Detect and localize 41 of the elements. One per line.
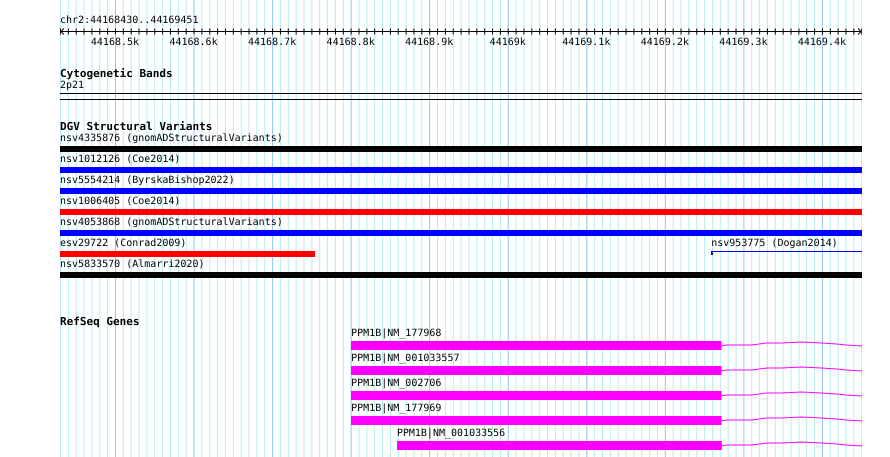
variant-label: nsv953775 (Dogan2014): [711, 238, 838, 250]
variant-label: nsv1006405 (Coe2014): [60, 196, 180, 208]
tick-label: 44168.8k: [326, 37, 375, 48]
tick-label: 44169.3k: [719, 37, 768, 48]
gene-model-drawing[interactable]: [351, 366, 862, 375]
gene-model-drawing[interactable]: [351, 416, 862, 425]
variant-label: nsv4053868 (gnomADStructuralVariants): [60, 217, 283, 229]
variant-bar[interactable]: [60, 188, 862, 194]
tick-label: 44168.7k: [248, 37, 296, 48]
track-title: DGV Structural Variants: [60, 120, 212, 133]
track-title: RefSeq Genes: [60, 315, 140, 328]
variant-label: nsv5554214 (ByrskaBishop2022): [60, 175, 235, 187]
track-title: Cytogenetic Bands: [60, 67, 173, 80]
tick-label: 44169.4k: [798, 37, 846, 48]
transcript-label: PPM1B|NM_001033557: [351, 353, 460, 365]
location-label: chr2:44168430..44169451: [60, 15, 200, 27]
tick-label: 44168.9k: [405, 37, 454, 48]
gene-model-drawing[interactable]: [351, 341, 862, 350]
transcript-label: PPM1B|NM_177969: [351, 403, 442, 415]
tick-label: 44169k: [490, 37, 526, 48]
transcript-label: PPM1B|NM_001033556: [396, 428, 506, 440]
tick-label: 44168.6k: [169, 37, 218, 48]
variant-label: esv29722 (Conrad2009): [60, 238, 186, 250]
variant-bar[interactable]: [60, 272, 862, 278]
transcript-label: PPM1B|NM_002706: [351, 378, 442, 390]
variant-label: nsv5833570 (Almarri2020): [60, 259, 204, 271]
variant-label: nsv4335876 (gnomADStructuralVariants): [60, 133, 283, 145]
gene-model-drawing[interactable]: [351, 391, 862, 400]
tick-label: 44169.1k: [562, 37, 610, 48]
variant-line[interactable]: [711, 251, 862, 255]
transcript-label: PPM1B|NM_177968: [351, 328, 442, 340]
variant-bar[interactable]: [60, 230, 862, 236]
variant-bar[interactable]: [60, 251, 316, 257]
tick-label: 44169.2k: [640, 37, 689, 48]
gene-model-drawing[interactable]: [396, 441, 862, 450]
variant-label: nsv1012126 (Coe2014): [60, 154, 180, 166]
variant-bar[interactable]: [60, 146, 862, 152]
variant-bar[interactable]: [60, 209, 862, 215]
tick-label: 44168.5k: [90, 37, 140, 48]
band-label: 2p21: [60, 80, 84, 92]
variant-bar[interactable]: [60, 167, 862, 173]
